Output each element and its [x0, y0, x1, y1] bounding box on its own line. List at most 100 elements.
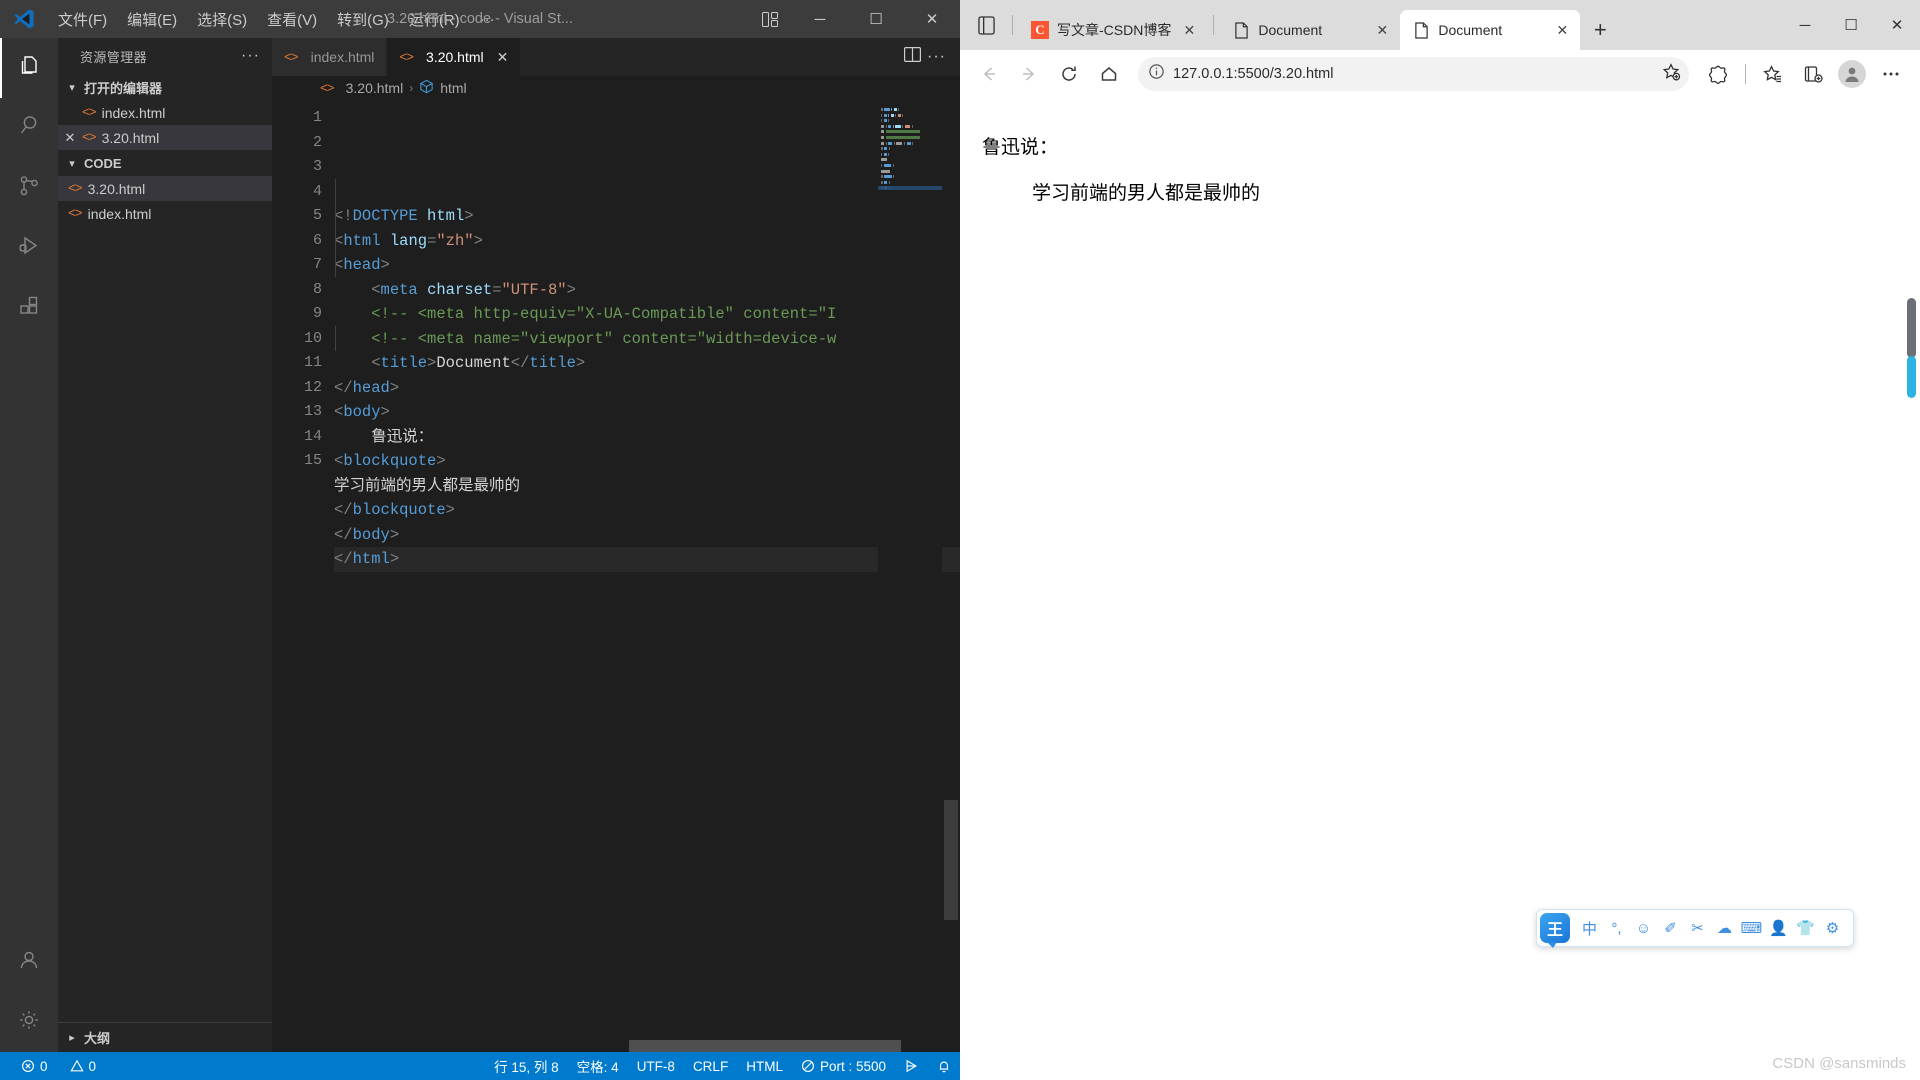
code-line[interactable]: </html>	[334, 547, 960, 572]
eol[interactable]: CRLF	[684, 1052, 737, 1080]
breadcrumb-symbol[interactable]: html	[440, 80, 466, 96]
ime-softkeyboard-icon[interactable]: ⌨	[1739, 915, 1764, 941]
page-scroll-thumb-lower[interactable]	[1907, 356, 1916, 398]
indentation[interactable]: 空格: 4	[568, 1052, 628, 1080]
editor-scroll-thumb[interactable]	[944, 800, 958, 920]
add-favorite-icon[interactable]	[1661, 62, 1681, 87]
activitybar-settings[interactable]	[0, 992, 58, 1052]
menu-selection[interactable]: 选择(S)	[187, 5, 257, 34]
tab-actions-icon[interactable]	[966, 0, 1006, 50]
tab-close-icon[interactable]: ✕	[1552, 22, 1572, 39]
code-editor[interactable]: 1 2 3 4 5 6 7 8 9 10 11 12 13 14 15 <!DOCTYPE html> <ht…	[272, 100, 960, 1052]
tab-close-icon[interactable]: ✕	[1179, 22, 1199, 39]
code-line[interactable]: <html lang="zh">	[334, 229, 960, 254]
warning-count[interactable]: 0	[61, 1052, 106, 1080]
activitybar-search[interactable]	[0, 98, 58, 158]
code-line[interactable]: <blockquote>	[334, 449, 960, 474]
code-line[interactable]: 鲁迅说：	[334, 425, 960, 450]
editor-tab-index-html[interactable]: <> index.html	[272, 38, 388, 76]
ime-account-icon[interactable]: 👤	[1766, 915, 1791, 941]
code-line[interactable]: <head>	[334, 253, 960, 278]
customize-layout-icon[interactable]	[748, 0, 792, 38]
home-button[interactable]	[1090, 57, 1128, 91]
window-minimize-button[interactable]: ─	[792, 0, 848, 38]
code-line[interactable]: <!-- <meta http-equiv="X-UA-Compatible" …	[334, 302, 960, 327]
minimap[interactable]	[878, 100, 942, 1052]
code-line[interactable]: 学习前端的男人都是最帅的	[334, 474, 960, 499]
remote-indicator[interactable]	[895, 1052, 928, 1080]
sogou-ime-logo-icon[interactable]: 王	[1540, 913, 1570, 948]
code-content[interactable]: <!DOCTYPE html> <html lang="zh"> <head> <m…	[334, 100, 960, 1052]
window-close-button[interactable]: ✕	[904, 0, 960, 38]
editor-more-icon[interactable]: ···	[927, 48, 946, 66]
browser-minimize-button[interactable]: ─	[1782, 0, 1828, 50]
back-button[interactable]	[970, 57, 1008, 91]
menu-view[interactable]: 查看(V)	[257, 5, 327, 34]
section-outline[interactable]: ▸ 大纲	[58, 1022, 272, 1052]
profile-avatar[interactable]	[1838, 60, 1866, 88]
tab-close-icon[interactable]: ✕	[497, 49, 509, 66]
ime-skin-icon[interactable]: 👕	[1793, 915, 1818, 941]
code-line[interactable]: </body>	[334, 523, 960, 548]
menu-file[interactable]: 文件(F)	[48, 5, 117, 34]
statusbar-problems[interactable]: 0 0	[0, 1052, 105, 1080]
browser-close-button[interactable]: ✕	[1874, 0, 1920, 50]
code-line[interactable]: <body>	[334, 400, 960, 425]
settings-more-icon[interactable]	[1872, 57, 1910, 91]
file-3-20-html[interactable]: <> 3.20.html	[58, 176, 272, 201]
cursor-position[interactable]: 行 15, 列 8	[485, 1052, 568, 1080]
editor-tab-3-20-html[interactable]: <> 3.20.html ✕	[387, 38, 522, 76]
section-open-editors[interactable]: ▾ 打开的编辑器	[58, 74, 272, 100]
refresh-button[interactable]	[1050, 57, 1088, 91]
editor-horizontal-scrollbar[interactable]	[334, 1040, 901, 1052]
section-folder-code[interactable]: ▾ CODE	[58, 150, 272, 176]
code-line[interactable]: </head>	[334, 376, 960, 401]
ime-screenshot-icon[interactable]: ✂	[1685, 915, 1710, 941]
close-editor-icon[interactable]: ✕	[58, 130, 82, 146]
ime-cloud-icon[interactable]: ☁	[1712, 915, 1737, 941]
error-count[interactable]: 0	[12, 1052, 57, 1080]
new-tab-button[interactable]: +	[1580, 10, 1620, 50]
ime-handwriting-icon[interactable]: ✐	[1658, 915, 1683, 941]
collections-icon[interactable]	[1794, 57, 1832, 91]
code-line[interactable]: </blockquote>	[334, 498, 960, 523]
page-scrollbar[interactable]	[1904, 98, 1920, 1080]
code-line[interactable]: <meta charset="UTF-8">	[334, 278, 960, 303]
editor-vertical-scrollbar[interactable]	[942, 100, 960, 1052]
notifications-bell[interactable]	[928, 1052, 960, 1080]
activitybar-accounts[interactable]	[0, 932, 58, 992]
split-editor-icon[interactable]	[904, 47, 922, 67]
menu-run[interactable]: 运行(R)	[399, 5, 470, 34]
explorer-more-icon[interactable]: ···	[241, 47, 260, 65]
window-maximize-button[interactable]: ☐	[848, 0, 904, 38]
page-scroll-thumb-upper[interactable]	[1907, 298, 1916, 358]
ime-toolbar[interactable]: 王 中 °, ☺ ✐ ✂ ☁ ⌨ 👤 👕 ⚙	[1536, 909, 1854, 948]
browser-tab-csdn[interactable]: C 写文章-CSDN博客 ✕	[1019, 10, 1207, 50]
tab-close-icon[interactable]: ✕	[1372, 22, 1392, 39]
file-index-html[interactable]: <> index.html	[58, 201, 272, 226]
browser-maximize-button[interactable]: ☐	[1828, 0, 1874, 50]
encoding[interactable]: UTF-8	[628, 1052, 684, 1080]
address-bar[interactable]: 127.0.0.1:5500/3.20.html	[1138, 57, 1689, 91]
browser-tab-document-1[interactable]: Document ✕	[1220, 10, 1400, 50]
breadcrumb-file[interactable]: 3.20.html	[346, 80, 404, 96]
forward-button[interactable]	[1010, 57, 1048, 91]
activitybar-run-debug[interactable]	[0, 218, 58, 278]
open-editor-3-20-html[interactable]: ✕ <> 3.20.html	[58, 125, 272, 150]
ime-language-button[interactable]: 中	[1577, 915, 1602, 941]
site-info-icon[interactable]	[1148, 63, 1165, 85]
code-line[interactable]: <!-- <meta name="viewport" content="widt…	[334, 327, 960, 352]
open-editor-index-html[interactable]: <> index.html	[58, 100, 272, 125]
editor-hscroll-thumb[interactable]	[629, 1040, 901, 1052]
live-server-port[interactable]: Port : 5500	[792, 1052, 895, 1080]
code-line[interactable]: <!DOCTYPE html>	[334, 204, 960, 229]
ime-punctuation-button[interactable]: °,	[1604, 915, 1629, 941]
code-line[interactable]: <title>Document</title>	[334, 351, 960, 376]
browser-essentials-icon[interactable]	[1699, 57, 1737, 91]
ime-settings-icon[interactable]: ⚙	[1820, 915, 1845, 941]
favorites-icon[interactable]	[1754, 57, 1792, 91]
activitybar-explorer[interactable]	[0, 38, 58, 98]
menu-edit[interactable]: 编辑(E)	[117, 5, 187, 34]
menu-more[interactable]: ···	[470, 7, 505, 32]
browser-tab-document-2[interactable]: Document ✕	[1400, 10, 1581, 50]
